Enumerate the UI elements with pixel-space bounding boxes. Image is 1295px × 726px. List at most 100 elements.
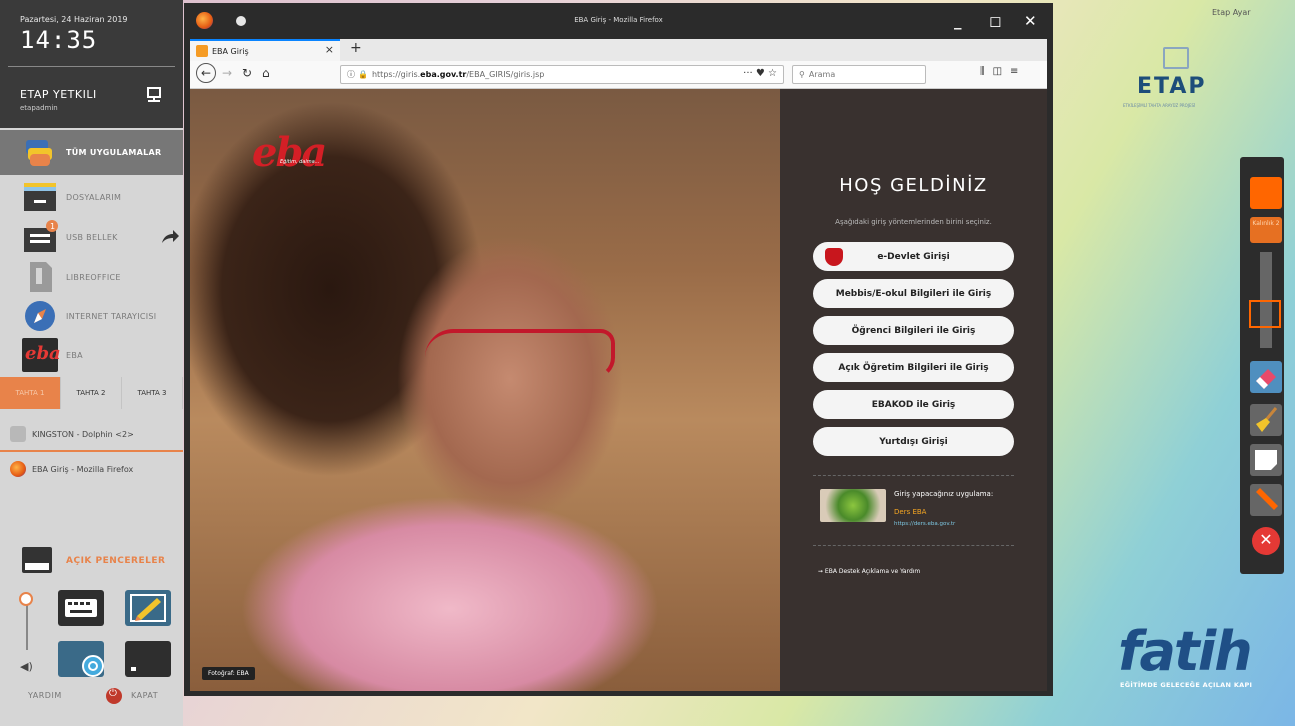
- maximize-icon[interactable]: ◻: [989, 12, 1001, 30]
- date-label: Pazartesi, 24 Haziran 2019: [20, 15, 128, 24]
- lock-warning-icon[interactable]: 🔒: [358, 70, 368, 79]
- network-icon[interactable]: [145, 86, 163, 104]
- app-row-browser[interactable]: INTERNET TARAYICISI: [0, 297, 183, 335]
- etap-subtitle: ETKİLEŞİMLİ TAHTA ARAYÜZ PROJESİ: [1123, 103, 1196, 108]
- etap-side-panel: Pazartesi, 24 Haziran 2019 14:35 ETAP YE…: [0, 0, 183, 726]
- eraser-icon[interactable]: [1250, 361, 1282, 393]
- divider: [813, 475, 1014, 476]
- camera-icon[interactable]: [82, 655, 104, 677]
- broom-clear-icon[interactable]: [1250, 404, 1282, 436]
- new-tab-icon[interactable]: +: [350, 40, 362, 56]
- clock-user-box: Pazartesi, 24 Haziran 2019 14:35 ETAP YE…: [0, 0, 183, 128]
- firefox-window: EBA Giriş - Mozilla Firefox _ ◻ ✕ EBA Gi…: [184, 3, 1053, 696]
- close-icon[interactable]: ✕: [1024, 12, 1037, 30]
- search-input[interactable]: ⚲ Arama: [792, 65, 926, 84]
- tab-close-icon[interactable]: ×: [325, 43, 334, 56]
- login-panel: HOŞ GELDİNİZ Aşağıdaki giriş yöntemlerin…: [780, 89, 1047, 691]
- edevlet-shield-icon: [825, 248, 843, 266]
- task-firefox[interactable]: EBA Giriş - Mozilla Firefox: [10, 459, 180, 479]
- user-name[interactable]: ETAP YETKILI: [20, 88, 97, 101]
- window-titlebar[interactable]: EBA Giriş - Mozilla Firefox _ ◻ ✕: [184, 3, 1053, 39]
- task-dolphin[interactable]: KINGSTON - Dolphin <2>: [10, 424, 180, 444]
- tahta-1-button[interactable]: TAHTA 1: [0, 377, 61, 409]
- browser-compass-icon: [22, 299, 58, 333]
- open-windows-icon[interactable]: [22, 547, 52, 573]
- target-app-url[interactable]: https://ders.eba.gov.tr: [894, 521, 955, 527]
- home-icon[interactable]: ⌂: [262, 66, 270, 80]
- clock-time: 14:35: [20, 26, 98, 54]
- all-apps-button[interactable]: TÜM UYGULAMALAR: [0, 130, 183, 175]
- power-icon[interactable]: [106, 688, 122, 704]
- marker-icon[interactable]: [1250, 484, 1282, 516]
- volume-slider-handle[interactable]: [19, 592, 33, 606]
- etap-board-icon: [1163, 47, 1189, 69]
- pencil-icon: [130, 594, 166, 622]
- help-button[interactable]: YARDIM: [28, 691, 62, 700]
- app-label: USB BELLEK: [66, 232, 118, 242]
- library-sidebar-menu-icons[interactable]: ⫼◫≡: [980, 66, 1026, 77]
- open-windows-label[interactable]: AÇIK PENCERELER: [66, 556, 165, 566]
- toolbar-close-icon[interactable]: ✕: [1252, 527, 1280, 555]
- tab-eba-giris[interactable]: EBA Giriş ×: [190, 39, 340, 61]
- sticky-note-icon[interactable]: [1250, 444, 1282, 476]
- corner-icon: [131, 667, 136, 671]
- app-row-eba[interactable]: eba EBA: [0, 336, 183, 374]
- app-row-usb[interactable]: 1 USB BELLEK: [0, 218, 183, 256]
- support-link[interactable]: ➞ EBA Destek Açıklama ve Yardım: [818, 568, 920, 575]
- active-task-divider: [0, 450, 183, 452]
- etap-settings-label[interactable]: Etap Ayar: [1212, 8, 1251, 17]
- back-icon[interactable]: ←: [196, 63, 216, 83]
- firefox-icon: [10, 461, 26, 477]
- mebbis-login-button[interactable]: Mebbis/E-okul Bilgileri ile Giriş: [813, 279, 1014, 308]
- speaker-icon[interactable]: ◀): [20, 660, 33, 673]
- eject-arrow-icon[interactable]: [160, 229, 180, 245]
- keyboard-icon: [65, 599, 97, 617]
- fatih-slogan: EĞİTİMDE GELECEĞE AÇILAN KAPI: [1120, 681, 1253, 689]
- navigation-toolbar: ← → ↻ ⌂ ⓘ 🔒 https://giris.eba.gov.tr/EBA…: [190, 61, 1047, 89]
- url-bar[interactable]: ⓘ 🔒 https://giris.eba.gov.tr/EBA_GIRIS/g…: [340, 65, 784, 84]
- eba-tagline: Eğitim, daima...: [280, 159, 320, 165]
- shutdown-button[interactable]: KAPAT: [131, 691, 158, 700]
- app-row-libreoffice[interactable]: LIBREOFFICE: [0, 258, 183, 296]
- eba-logo[interactable]: eba: [252, 129, 327, 176]
- forward-icon[interactable]: →: [222, 66, 232, 80]
- open-education-login-button[interactable]: Açık Öğretim Bilgileri ile Giriş: [813, 353, 1014, 382]
- target-app-name[interactable]: Ders EBA: [894, 508, 926, 516]
- student-login-button[interactable]: Öğrenci Bilgileri ile Giriş: [813, 316, 1014, 345]
- divider: [813, 545, 1014, 546]
- page-actions[interactable]: ··· ♥ ☆: [743, 68, 777, 79]
- abroad-login-button[interactable]: Yurtdışı Girişi: [813, 427, 1014, 456]
- search-placeholder: Arama: [808, 70, 836, 79]
- hero-photo: eba Eğitim, daima... Fotoğraf: EBA: [190, 89, 780, 691]
- keyboard-button[interactable]: [58, 590, 104, 626]
- ebakod-login-button[interactable]: EBAKOD ile Giriş: [813, 390, 1014, 419]
- tab-title: EBA Giriş: [212, 46, 249, 56]
- app-label: DOSYALARIM: [66, 192, 122, 202]
- tahta-3-button[interactable]: TAHTA 3: [122, 377, 183, 409]
- search-icon: ⚲: [799, 70, 805, 79]
- site-info-icon[interactable]: ⓘ: [347, 69, 355, 80]
- tahta-2-button[interactable]: TAHTA 2: [61, 377, 122, 409]
- minimize-all-button[interactable]: [125, 641, 171, 677]
- stroke-size-slider-handle[interactable]: [1249, 300, 1281, 328]
- target-app-caption: Giriş yapacağınız uygulama:: [894, 490, 994, 498]
- edevlet-login-button[interactable]: e-Devlet Girişi: [813, 242, 1014, 271]
- fatih-logo: fatih: [1118, 620, 1253, 683]
- stroke-size-button[interactable]: Kalınlık 2: [1250, 217, 1282, 243]
- url-text: https://giris.eba.gov.tr/EBA_GIRIS/giris…: [371, 70, 545, 79]
- button-label: Açık Öğretim Bilgileri ile Giriş: [838, 362, 989, 373]
- page-content: eba Eğitim, daima... Fotoğraf: EBA HOŞ G…: [190, 89, 1047, 691]
- libreoffice-icon: [22, 260, 58, 294]
- minimize-icon[interactable]: _: [954, 12, 962, 30]
- color-picker-button[interactable]: [1250, 177, 1282, 209]
- app-row-dosyalarim[interactable]: DOSYALARIM: [0, 178, 183, 216]
- task-label: KINGSTON - Dolphin <2>: [32, 429, 134, 439]
- file-manager-icon: [10, 426, 26, 442]
- reload-icon[interactable]: ↻: [242, 66, 252, 80]
- eba-app-icon: eba: [22, 338, 61, 372]
- all-apps-icon: [22, 136, 58, 170]
- photo-credit: Fotoğraf: EBA: [202, 667, 255, 680]
- button-label: Yurtdışı Girişi: [879, 436, 948, 447]
- pen-tool-button[interactable]: [125, 590, 171, 626]
- window-title: EBA Giriş - Mozilla Firefox: [574, 16, 663, 24]
